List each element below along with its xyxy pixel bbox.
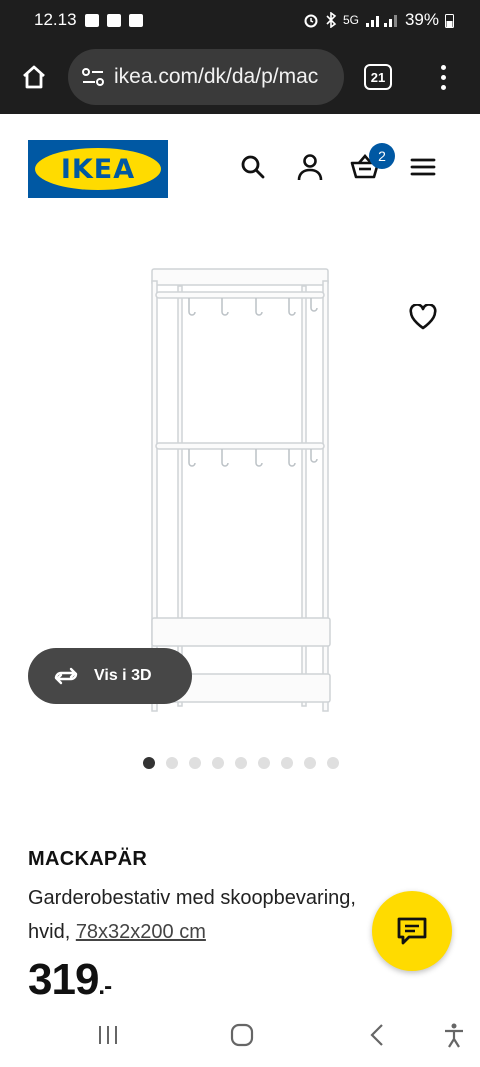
tab-count: 21 (370, 69, 386, 85)
alarm-icon (304, 14, 318, 28)
url-text: ikea.com/dk/da/p/mac (114, 65, 319, 88)
cart-count-badge: 2 (369, 143, 395, 169)
signal-icon (365, 15, 397, 27)
task-notification-icon (128, 13, 143, 27)
view-in-3d-button[interactable]: Vis i 3D (28, 648, 192, 704)
price-amount: 319 (28, 955, 99, 1004)
heart-icon (409, 304, 437, 330)
folder-notification-icon (106, 13, 121, 27)
back-icon[interactable] (359, 1020, 395, 1050)
site-header: IKEA (0, 114, 480, 226)
ikea-logo[interactable]: IKEA (28, 140, 168, 198)
more-icon[interactable] (438, 64, 448, 90)
address-bar[interactable]: ikea.com/dk/da/p/mac (68, 49, 344, 105)
battery-percent: 39% (404, 10, 439, 29)
status-time: 12.13 (34, 10, 77, 29)
network-type: 5G (342, 13, 359, 27)
carousel-dot[interactable] (166, 757, 178, 769)
carousel-dot[interactable] (212, 757, 224, 769)
favourite-button[interactable] (406, 300, 440, 334)
hamburger-icon[interactable] (408, 152, 438, 182)
product-price: 319.- (28, 955, 112, 1005)
product-type: Garderobestativ med skoopbevaring, (28, 887, 356, 909)
logo-text: IKEA (60, 153, 136, 185)
bluetooth-icon (326, 12, 337, 28)
home-nav-icon[interactable] (224, 1020, 260, 1050)
accessibility-icon[interactable] (436, 1020, 472, 1050)
gallery-notification-icon (84, 13, 99, 27)
carousel-dot[interactable] (327, 757, 339, 769)
chat-icon (397, 917, 427, 945)
product-size-link[interactable]: 78x32x200 cm (76, 921, 206, 943)
view-in-3d-label: Vis i 3D (94, 667, 152, 684)
home-icon (23, 65, 45, 89)
recent-apps-icon[interactable] (90, 1020, 126, 1050)
search-icon[interactable] (238, 152, 268, 182)
tune-icon[interactable] (82, 67, 104, 87)
carousel-dot[interactable] (258, 757, 270, 769)
product-color: hvid, (28, 921, 71, 943)
carousel-dot[interactable] (189, 757, 201, 769)
chat-button[interactable] (372, 891, 452, 971)
user-icon[interactable] (295, 152, 325, 182)
rotate-3d-icon (54, 667, 78, 685)
price-suffix: .- (98, 973, 112, 1000)
battery-icon (445, 13, 454, 28)
carousel-dot[interactable] (281, 757, 293, 769)
browser-toolbar: ikea.com/dk/da/p/mac 21 (0, 40, 480, 114)
image-carousel-dots (143, 757, 339, 769)
product-name: MACKAPÄR (28, 848, 148, 870)
browser-home-button[interactable] (14, 57, 54, 97)
carousel-dot[interactable] (143, 757, 155, 769)
status-bar: 12.13 5G 39% (0, 0, 480, 40)
carousel-dot[interactable] (235, 757, 247, 769)
tabs-icon[interactable]: 21 (364, 64, 392, 90)
system-nav-bar (0, 1002, 480, 1067)
product-description: Garderobestativ med skoopbevaring, hvid,… (28, 881, 420, 949)
carousel-dot[interactable] (304, 757, 316, 769)
